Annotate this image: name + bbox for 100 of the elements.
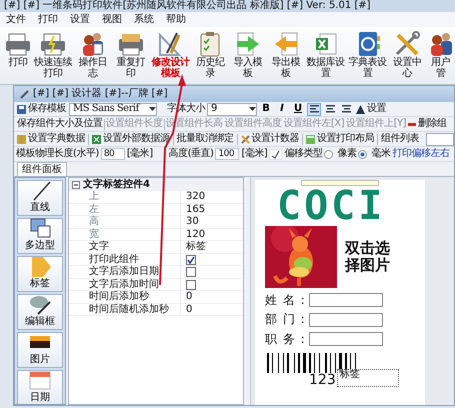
- drafting-tools-icon: [157, 31, 184, 57]
- toolbar-button[interactable]: 导出模板: [266, 31, 305, 79]
- palette-item[interactable]: 日期: [17, 370, 63, 404]
- property-name: 时间后添加秒: [69, 291, 181, 302]
- offset-link[interactable]: 打印偏移左右: [392, 148, 450, 160]
- menu-item[interactable]: 设置: [70, 14, 90, 26]
- checkbox[interactable]: [186, 280, 196, 290]
- align-button[interactable]: [323, 102, 337, 116]
- palette-item[interactable]: 图片: [17, 332, 63, 368]
- toolbar-button[interactable]: 删除组: [407, 118, 448, 130]
- radio-button[interactable]: 毫米: [358, 148, 390, 160]
- input-field[interactable]: [309, 332, 383, 346]
- property-value[interactable]: 标签: [181, 241, 206, 252]
- toolbar-button[interactable]: 设置外部数据源: [91, 133, 170, 145]
- input-field[interactable]: [309, 312, 383, 327]
- property-value[interactable]: 320: [181, 191, 206, 202]
- layout-icon: [306, 134, 315, 144]
- property-name: 打印此组件: [69, 254, 181, 265]
- toolbar-button[interactable]: 设置中心: [388, 31, 426, 79]
- bold-button[interactable]: B: [259, 102, 273, 116]
- property-name: 文字: [69, 241, 181, 252]
- save-button[interactable]: 保存模板: [16, 103, 67, 115]
- panel-tab[interactable]: 组件面板: [17, 162, 67, 176]
- height-label: 高度(垂直): [168, 148, 214, 160]
- collapse-icon[interactable]: [72, 180, 80, 188]
- menu-item[interactable]: 视图: [102, 14, 122, 26]
- check-icon: [187, 256, 195, 264]
- toolbar-button[interactable]: 保存组件大小及位置: [16, 118, 104, 130]
- align-button[interactable]: [307, 102, 321, 116]
- property-value[interactable]: 120: [181, 228, 206, 240]
- align-icon: [342, 105, 350, 113]
- toolbar-button[interactable]: 导入模板: [229, 31, 267, 79]
- property-name: 左: [69, 204, 181, 215]
- toolbar-button[interactable]: 用户管: [426, 31, 455, 79]
- arrow-left-icon: [272, 31, 299, 57]
- toolbar-button[interactable]: 设置计数器: [240, 133, 300, 145]
- section-title: 文字标签控件4: [83, 178, 150, 190]
- toolbar-button[interactable]: 字典表设置: [346, 31, 389, 79]
- toolbar-button[interactable]: 快速连续打印: [32, 31, 74, 79]
- property-value[interactable]: 0: [181, 304, 192, 315]
- caret-icon: [249, 107, 256, 111]
- property-value[interactable]: 0: [181, 291, 192, 302]
- checkbox[interactable]: [186, 254, 196, 264]
- palette-item[interactable]: 编辑框: [17, 294, 63, 330]
- menu-item[interactable]: 系统: [134, 14, 154, 26]
- floppy-icon: [17, 104, 26, 114]
- spreadsheet-icon: [92, 134, 101, 144]
- toolbar-button[interactable]: 重复打印: [112, 31, 150, 79]
- window-title: [#] [#] 设计器 [#]--厂牌 [#]: [33, 88, 168, 100]
- unit-label: [毫米]: [241, 148, 268, 160]
- menu-item[interactable]: 帮助: [166, 14, 186, 26]
- italic-button[interactable]: I: [275, 102, 289, 116]
- palette-item[interactable]: 多边型: [17, 218, 63, 254]
- checkbox[interactable]: [186, 267, 196, 277]
- align-icon: [326, 105, 334, 113]
- triangle-icon: [356, 104, 365, 114]
- check-icon: [271, 150, 280, 158]
- apply-button[interactable]: [269, 148, 282, 160]
- squares-icon: [28, 216, 52, 240]
- property-value[interactable]: 165: [181, 204, 206, 215]
- height-field[interactable]: 100: [215, 148, 240, 160]
- toolbar-button[interactable]: 修改设计模板: [149, 31, 192, 79]
- align-button[interactable]: [339, 102, 353, 116]
- printer-icon: [118, 31, 144, 57]
- toolbar-button[interactable]: 设置字典数据: [16, 133, 86, 145]
- toolbar-button[interactable]: 打印: [4, 31, 32, 68]
- input-field[interactable]: [309, 293, 383, 308]
- input-field[interactable]: [426, 132, 454, 146]
- selected-label[interactable]: 标签: [337, 369, 399, 388]
- toolbar-button[interactable]: 批量取消绑定: [176, 133, 234, 145]
- property-name: 宽: [69, 228, 181, 240]
- menu-item[interactable]: 打印: [38, 14, 58, 26]
- toolbar-button[interactable]: 设置打印布局: [305, 133, 375, 145]
- toolbar-button[interactable]: 历史纪录: [191, 31, 230, 79]
- field-label: 职 务 :: [265, 332, 307, 346]
- settings-button[interactable]: 设置: [355, 103, 387, 115]
- toolbar-button[interactable]: 组件列表: [380, 133, 420, 145]
- offset-type-label: 偏移类型: [284, 148, 322, 160]
- property-name: 上: [69, 191, 181, 202]
- palette-item[interactable]: 直线: [17, 180, 63, 216]
- width-label: 模板物理长度(水平): [16, 148, 99, 160]
- underline-button[interactable]: U: [291, 102, 305, 116]
- picture-hint: 双击选择图片: [345, 240, 391, 274]
- printer-icon: [40, 31, 66, 57]
- field-label: 部 门 :: [265, 312, 307, 327]
- toolbar-button[interactable]: 数据库设置: [304, 31, 347, 79]
- unit-label: [毫米]: [126, 148, 153, 160]
- font-size-dropdown[interactable]: 9: [207, 102, 257, 116]
- property-value[interactable]: 30: [181, 216, 199, 228]
- palette-item[interactable]: 标签: [17, 256, 63, 292]
- tools-icon: [394, 31, 420, 57]
- pencil-icon: [20, 90, 29, 98]
- logo-text[interactable]: COCI: [277, 186, 425, 226]
- font-dropdown[interactable]: MS Sans Serif: [69, 102, 157, 116]
- width-field[interactable]: 80: [100, 148, 125, 160]
- field-label: 姓 名 :: [265, 293, 307, 308]
- toolbar-button[interactable]: 操作日志: [74, 31, 112, 79]
- radio-button[interactable]: 像素: [324, 148, 356, 160]
- menu-item[interactable]: 文件: [6, 14, 26, 26]
- property-name: 高: [69, 216, 181, 228]
